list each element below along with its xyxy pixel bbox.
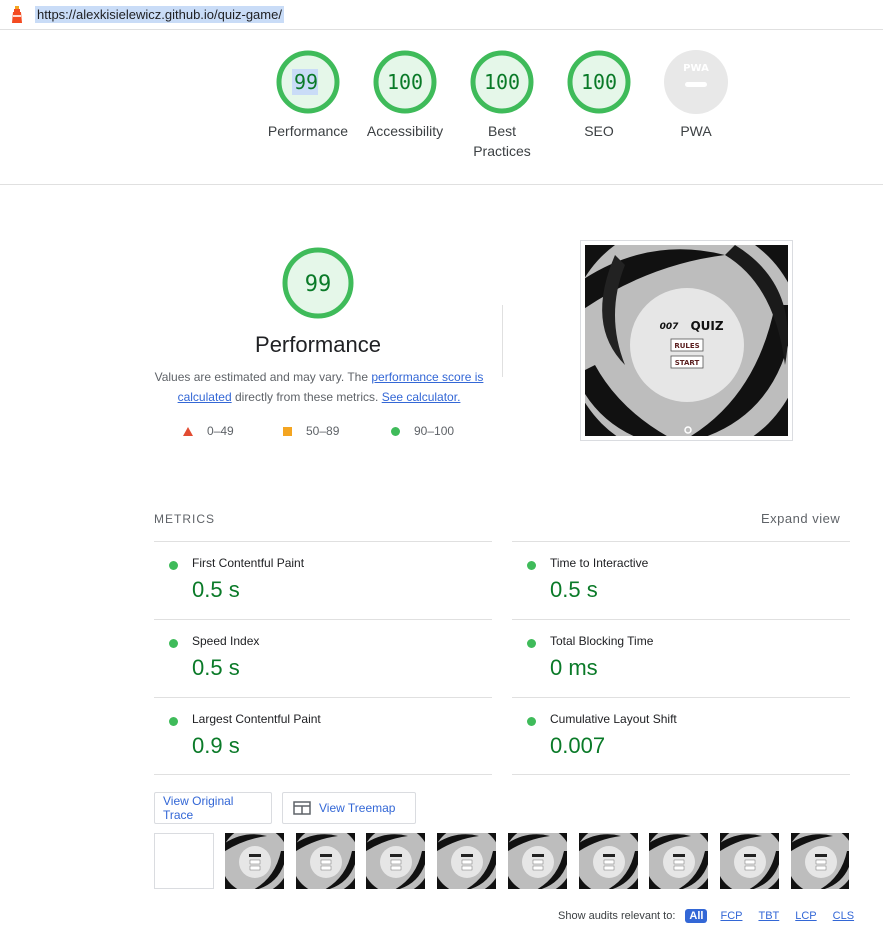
circle-icon xyxy=(391,426,400,436)
filmstrip-frame xyxy=(437,833,496,889)
filter-all[interactable]: All xyxy=(685,909,708,923)
divider xyxy=(512,774,850,775)
pass-dot-icon xyxy=(527,639,536,648)
filmstrip-frame xyxy=(720,833,779,889)
gauge-pwa[interactable]: PWA PWA xyxy=(641,49,751,141)
legend-range: 90–100 xyxy=(414,424,455,438)
performance-description: Values are estimated and may vary. The p… xyxy=(154,367,484,407)
metric-value: 0.5 s xyxy=(192,655,240,680)
performance-title: Performance xyxy=(255,332,381,357)
pwa-badge-text: PWA xyxy=(683,63,709,74)
lighthouse-logo-icon xyxy=(12,5,22,23)
view-original-trace-button[interactable]: View Original Trace xyxy=(154,792,272,824)
legend-range: 0–49 xyxy=(207,424,234,438)
desc-text: directly from these metrics. xyxy=(231,390,382,404)
metric-cls: Cumulative Layout Shift 0.007 xyxy=(512,697,850,775)
category-gauges: 99 Performance 100 Accessibility 100 Bes… xyxy=(0,30,883,185)
metric-name: Total Blocking Time xyxy=(550,634,654,648)
metric-name: Cumulative Layout Shift xyxy=(550,712,677,726)
filter-lcp[interactable]: LCP xyxy=(792,909,819,923)
filmstrip-frame xyxy=(296,833,355,889)
gauge-best-practices[interactable]: 100 Best Practices xyxy=(447,49,557,161)
filter-tbt[interactable]: TBT xyxy=(755,909,782,923)
final-screenshot[interactable]: 007 QUIZ RULES START xyxy=(580,240,793,441)
square-icon xyxy=(283,426,292,436)
gauge-score: 100 xyxy=(484,70,520,94)
metric-name: Largest Contentful Paint xyxy=(192,712,321,726)
quiz-rules-button: RULES xyxy=(674,342,699,350)
performance-gauge: 99 xyxy=(282,247,354,319)
metric-name: Speed Index xyxy=(192,634,260,648)
metrics-heading: METRICS xyxy=(154,512,215,526)
metric-lcp: Largest Contentful Paint 0.9 s xyxy=(154,697,492,775)
gauge-score: 100 xyxy=(387,70,423,94)
gauge-label: SEO xyxy=(584,123,614,139)
page-url[interactable]: https://alexkisielewicz.github.io/quiz-g… xyxy=(35,6,284,23)
filter-fcp[interactable]: FCP xyxy=(717,909,745,923)
address-bar: https://alexkisielewicz.github.io/quiz-g… xyxy=(0,0,883,30)
filmstrip-frame xyxy=(579,833,638,889)
gauge-accessibility[interactable]: 100 Accessibility xyxy=(350,49,460,141)
metric-tbt: Total Blocking Time 0 ms xyxy=(512,619,850,697)
metric-name: First Contentful Paint xyxy=(192,556,305,570)
metric-speed-index: Speed Index 0.5 s xyxy=(154,619,492,697)
metric-name: Time to Interactive xyxy=(550,556,649,570)
pass-dot-icon xyxy=(527,561,536,570)
metric-value: 0.5 s xyxy=(550,577,598,602)
pass-dot-icon xyxy=(169,561,178,570)
button-label: View Treemap xyxy=(319,801,396,815)
metric-value: 0.5 s xyxy=(192,577,240,602)
treemap-icon xyxy=(293,801,311,815)
metric-fcp: First Contentful Paint 0.5 s xyxy=(154,541,492,619)
pwa-badge-icon: PWA xyxy=(664,50,728,114)
filters-label: Show audits relevant to: xyxy=(558,910,676,922)
filmstrip-frame xyxy=(508,833,567,889)
see-calculator-link[interactable]: See calculator. xyxy=(382,390,461,404)
filmstrip-frame xyxy=(154,833,214,889)
filmstrip-frame xyxy=(225,833,284,889)
final-screenshot-image: 007 QUIZ RULES START xyxy=(585,245,788,436)
gauge-score: 99 xyxy=(294,70,318,94)
expand-view-toggle[interactable]: Expand view xyxy=(761,511,840,526)
pass-dot-icon xyxy=(527,717,536,726)
legend-pass: 90–100 xyxy=(391,424,454,438)
legend-range: 50–89 xyxy=(306,424,340,438)
desc-text: Values are estimated and may vary. The xyxy=(154,370,372,384)
metric-value: 0 ms xyxy=(550,655,598,680)
legend-fail: 0–49 xyxy=(183,424,234,438)
filmstrip-frame xyxy=(791,833,849,889)
gauge-seo[interactable]: 100 SEO xyxy=(544,49,654,141)
gauge-ring-icon: 99 xyxy=(276,50,340,114)
audit-filters: Show audits relevant to: All FCP TBT LCP… xyxy=(558,909,857,923)
filmstrip-frame xyxy=(649,833,708,889)
gauge-ring-icon: 100 xyxy=(567,50,631,114)
metric-tti: Time to Interactive 0.5 s xyxy=(512,541,850,619)
metric-value: 0.9 s xyxy=(192,733,240,758)
pass-dot-icon xyxy=(169,639,178,648)
quiz-brand: 007 xyxy=(660,322,680,332)
view-treemap-button[interactable]: View Treemap xyxy=(282,792,416,824)
filter-cls[interactable]: CLS xyxy=(830,909,857,923)
performance-score: 99 xyxy=(305,272,332,297)
gauge-performance[interactable]: 99 Performance xyxy=(253,49,363,141)
gauge-ring-icon: 100 xyxy=(470,50,534,114)
gauge-ring-icon: 100 xyxy=(373,50,437,114)
quiz-title: QUIZ xyxy=(690,319,723,333)
gauge-label: PWA xyxy=(680,123,712,139)
gauge-score: 100 xyxy=(581,70,617,94)
triangle-icon xyxy=(183,426,193,436)
divider xyxy=(154,774,492,775)
gauge-label: Accessibility xyxy=(366,123,444,139)
quiz-start-button: START xyxy=(675,359,700,367)
metric-value: 0.007 xyxy=(550,733,606,758)
gauge-label: Performance xyxy=(267,123,349,139)
gauge-label: Best Practices xyxy=(473,123,531,159)
legend-average: 50–89 xyxy=(283,424,339,438)
pass-dot-icon xyxy=(169,717,178,726)
divider xyxy=(502,305,503,377)
button-label: View Original Trace xyxy=(163,794,234,822)
gun-barrel-art: 007 QUIZ RULES START xyxy=(585,245,788,436)
filmstrip-frame xyxy=(366,833,425,889)
